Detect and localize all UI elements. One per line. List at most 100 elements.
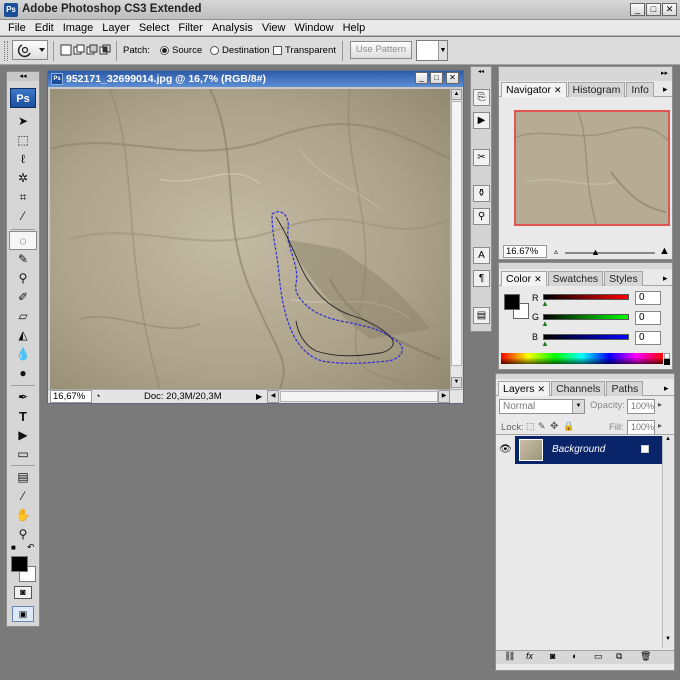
zoom-level-field[interactable]: 16,67% <box>50 390 92 403</box>
blue-slider-handle[interactable]: ▲ <box>541 339 549 348</box>
document-vertical-scrollbar[interactable]: ▲ ▼ <box>450 89 462 389</box>
crop-tool-icon[interactable]: ⌗ <box>7 188 39 207</box>
lock-pixels-icon[interactable]: ✎ <box>538 421 546 432</box>
use-pattern-button[interactable]: Use Pattern <box>350 41 412 59</box>
history-panel-icon[interactable]: ⎘ <box>473 89 490 106</box>
layer-row-background[interactable]: Background <box>515 436 662 464</box>
zoom-out-icon[interactable]: ▵ <box>554 247 558 256</box>
status-info-arrow-icon[interactable]: ▶ <box>256 390 265 403</box>
menu-analysis[interactable]: Analysis <box>208 20 258 35</box>
blur-tool-icon[interactable]: 💧 <box>7 345 39 364</box>
character-panel-icon[interactable]: A <box>473 247 490 264</box>
navigator-panel-menu-icon[interactable]: ▸ <box>663 84 668 95</box>
color-spectrum-ramp[interactable] <box>501 353 663 364</box>
minimize-window-icon[interactable]: _ <box>630 3 645 16</box>
scroll-down-arrow-icon[interactable]: ▼ <box>451 377 462 388</box>
clone-source-panel-icon[interactable]: ⚲ <box>473 208 490 225</box>
paragraph-panel-icon[interactable]: ¶ <box>473 270 490 287</box>
menu-filter[interactable]: Filter <box>174 20 207 35</box>
navigator-zoom-slider[interactable] <box>565 252 655 254</box>
red-value-field[interactable]: 0 <box>635 291 661 305</box>
default-colors-icon[interactable]: ■ <box>11 543 16 552</box>
spectrum-black-swatch[interactable] <box>664 359 670 365</box>
menu-help[interactable]: Help <box>339 20 371 35</box>
dock-expand-icon[interactable]: ◂◂ <box>473 68 489 76</box>
layer-mask-icon[interactable]: ◙ <box>550 651 555 661</box>
link-layers-icon[interactable]: ⛓ <box>504 651 515 662</box>
transparent-checkbox[interactable] <box>273 46 282 55</box>
tab-navigator[interactable]: Navigator ✕ <box>501 82 567 97</box>
menu-image[interactable]: Image <box>59 20 99 35</box>
pen-tool-icon[interactable]: ✒ <box>7 388 39 407</box>
layers-panel-header[interactable] <box>496 374 674 379</box>
lock-all-icon[interactable]: 🔒 <box>563 421 574 432</box>
blue-slider[interactable] <box>543 334 629 340</box>
blend-mode-dropdown-icon[interactable]: ▼ <box>572 400 584 413</box>
green-slider-handle[interactable]: ▲ <box>541 319 549 328</box>
layer-comps-panel-icon[interactable]: ▤ <box>473 307 490 324</box>
horizontal-scroll-thumb[interactable] <box>280 391 438 402</box>
new-selection-icon[interactable] <box>60 44 72 59</box>
tool-presets-panel-icon[interactable]: ✂ <box>473 149 490 166</box>
scroll-left-arrow-icon[interactable]: ◀ <box>267 390 279 403</box>
lock-transparency-icon[interactable]: ⬚ <box>526 421 535 432</box>
rectangle-tool-icon[interactable]: ▭ <box>7 445 39 464</box>
menu-view[interactable]: View <box>258 20 291 35</box>
navigator-thumbnail[interactable] <box>514 110 670 226</box>
document-close-icon[interactable]: ✕ <box>446 72 459 84</box>
navigator-zoom-handle[interactable]: ▲ <box>591 247 600 257</box>
color-foreground-swatch[interactable] <box>504 294 520 310</box>
navigator-zoom-field[interactable]: 16.67% <box>503 245 547 258</box>
close-tab-icon[interactable]: ✕ <box>534 274 542 284</box>
opacity-field[interactable]: 100% <box>627 399 655 414</box>
opacity-slider-icon[interactable]: ▸ <box>658 400 662 409</box>
swap-colors-icon[interactable]: ↶ <box>27 542 35 553</box>
new-group-icon[interactable]: ▭ <box>594 651 603 662</box>
layers-scrollbar[interactable]: ▲ ▼ <box>662 436 673 648</box>
marquee-tool-icon[interactable]: ⬚ <box>7 131 39 150</box>
scroll-up-arrow-icon[interactable]: ▲ <box>451 89 462 100</box>
navigator-collapse-icon[interactable]: ▸▸ <box>661 69 668 77</box>
green-slider[interactable] <box>543 314 629 320</box>
new-layer-icon[interactable]: ⧉ <box>616 651 622 662</box>
document-minimize-icon[interactable]: _ <box>415 72 428 84</box>
red-slider-handle[interactable]: ▲ <box>541 299 549 308</box>
brushes-panel-icon[interactable]: ⚱ <box>473 185 490 202</box>
layers-panel-menu-icon[interactable]: ▸ <box>664 383 669 394</box>
layer-name[interactable]: Background <box>552 444 605 455</box>
red-slider[interactable] <box>543 294 629 300</box>
layer-style-icon[interactable]: fx <box>526 651 533 661</box>
lock-position-icon[interactable]: ✥ <box>550 421 558 432</box>
source-radio[interactable] <box>160 46 169 55</box>
brush-tool-icon[interactable]: ✎ <box>7 250 39 269</box>
navigator-panel-header[interactable]: ▸▸ <box>499 67 672 81</box>
hand-tool-icon[interactable]: ✋ <box>7 506 39 525</box>
notes-tool-icon[interactable]: ▤ <box>7 468 39 487</box>
blend-mode-select[interactable]: Normal ▼ <box>499 399 585 414</box>
options-bar-grip[interactable] <box>4 41 8 61</box>
tab-layers[interactable]: Layers ✕ <box>498 381 551 396</box>
adjustment-layer-icon[interactable]: ◐ <box>572 651 577 661</box>
type-tool-icon[interactable]: T <box>7 407 39 426</box>
quick-mask-icon[interactable]: ◙ <box>14 586 32 599</box>
scroll-thumb[interactable] <box>451 101 462 366</box>
tab-channels[interactable]: Channels <box>551 381 606 396</box>
layer-visibility-eye-icon[interactable]: 👁 <box>499 444 512 455</box>
menu-layer[interactable]: Layer <box>98 20 135 35</box>
document-title-bar[interactable]: Ps 952171_32699014.jpg @ 16,7% (RGB/8#) … <box>48 71 463 87</box>
menu-select[interactable]: Select <box>135 20 175 35</box>
add-to-selection-icon[interactable] <box>73 44 85 59</box>
foreground-color-swatch[interactable] <box>11 556 28 572</box>
menu-file[interactable]: File <box>4 20 31 35</box>
color-panel-menu-icon[interactable]: ▸ <box>663 273 668 284</box>
patch-tool-icon[interactable]: ◌ <box>9 231 37 250</box>
layers-scroll-down-icon[interactable]: ▼ <box>663 636 673 646</box>
subtract-from-selection-icon[interactable] <box>86 44 98 59</box>
eyedropper-sample-tool-icon[interactable]: ⁄ <box>7 487 39 506</box>
tab-info[interactable]: Info <box>626 82 654 97</box>
layers-scroll-up-icon[interactable]: ▲ <box>663 436 673 446</box>
tab-swatches[interactable]: Swatches <box>547 271 604 286</box>
document-canvas[interactable] <box>50 89 450 389</box>
dodge-tool-icon[interactable]: ● <box>7 364 39 383</box>
actions-panel-icon[interactable]: ▶ <box>473 112 490 129</box>
